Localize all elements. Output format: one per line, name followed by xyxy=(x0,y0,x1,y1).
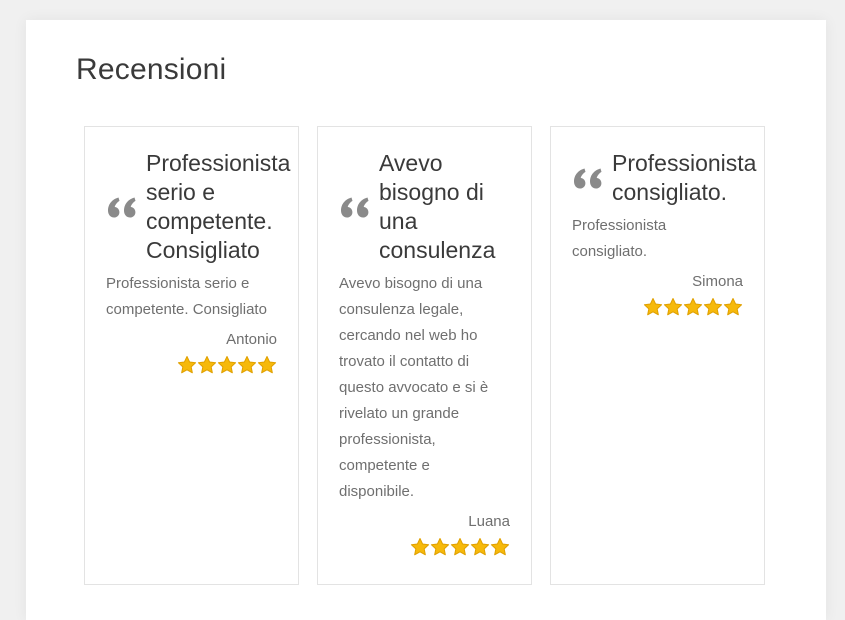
star-icon xyxy=(490,537,510,557)
quote-icon xyxy=(106,190,146,224)
star-icon xyxy=(177,355,197,375)
star-icon xyxy=(663,297,683,317)
star-icon xyxy=(217,355,237,375)
review-author: Antonio xyxy=(226,331,277,348)
star-icon xyxy=(257,355,277,375)
star-icon xyxy=(410,537,430,557)
star-icon xyxy=(643,297,663,317)
review-author: Simona xyxy=(692,273,743,290)
review-author: Luana xyxy=(468,513,510,530)
review-title: Professionista consigliato. xyxy=(612,150,757,205)
review-body: Professionista serio e competente. Consi… xyxy=(106,275,267,318)
star-icon xyxy=(237,355,257,375)
reviews-panel: Recensioni Professionista serio e compet… xyxy=(26,20,826,620)
review-body: Professionista consigliato. xyxy=(572,217,667,260)
review-card: Professionista consigliato. Professionis… xyxy=(550,126,765,585)
quote-icon xyxy=(572,161,612,195)
star-icon xyxy=(450,537,470,557)
section-title: Recensioni xyxy=(76,53,227,86)
star-rating xyxy=(572,297,743,317)
review-card: Avevo bisogno di una consulenza Avevo bi… xyxy=(317,126,532,585)
quote-icon xyxy=(339,190,379,224)
review-body: Avevo bisogno di una consulenza legale, … xyxy=(339,275,489,500)
star-icon xyxy=(430,537,450,557)
review-title: Avevo bisogno di una consulenza xyxy=(379,150,496,263)
star-icon xyxy=(197,355,217,375)
star-rating xyxy=(339,537,510,557)
review-card: Professionista serio e competente. Consi… xyxy=(84,126,299,585)
star-icon xyxy=(683,297,703,317)
star-icon xyxy=(703,297,723,317)
star-icon xyxy=(470,537,490,557)
star-icon xyxy=(723,297,743,317)
star-rating xyxy=(106,355,277,375)
review-title: Professionista serio e competente. Consi… xyxy=(146,150,291,263)
